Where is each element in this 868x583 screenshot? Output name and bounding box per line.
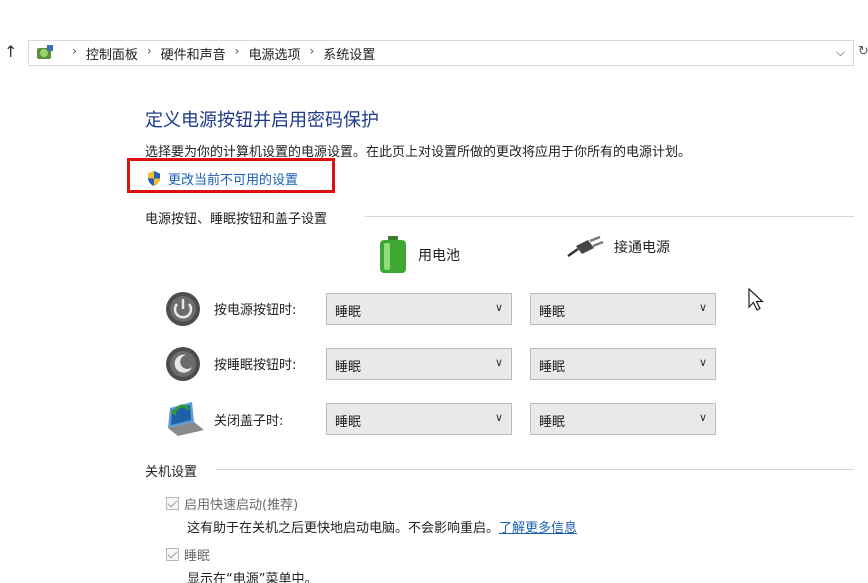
unlock-settings-link[interactable]: 更改当前不可用的设置 <box>146 169 298 188</box>
laptop-lid-icon <box>168 402 204 436</box>
fast-startup-desc-text: 这有助于在关机之后更快地启动电脑。不会影响重启。 <box>187 521 500 536</box>
chevron-down-icon: ∨ <box>494 356 503 369</box>
chevron-down-icon: ∨ <box>494 301 503 314</box>
select-value: 睡眠 <box>539 360 566 375</box>
select-value: 睡眠 <box>335 415 362 430</box>
mouse-cursor-icon <box>748 288 764 311</box>
page-title: 定义电源按钮并启用密码保护 <box>145 110 379 131</box>
column-header-plugged: 接通电源 <box>566 236 670 258</box>
chevron-down-icon: ∨ <box>698 301 707 314</box>
breadcrumb-separator: › <box>234 44 240 58</box>
battery-icon <box>380 236 406 273</box>
column-label-plugged: 接通电源 <box>614 240 670 256</box>
sleep-checkbox[interactable] <box>166 548 179 561</box>
fast-startup-option[interactable]: 启用快速启动(推荐) <box>166 494 298 513</box>
learn-more-link[interactable]: 了解更多信息 <box>499 521 577 536</box>
up-arrow-icon[interactable]: ↑ <box>4 42 17 61</box>
breadcrumb: › 控制面板 › 硬件和声音 › 电源选项 › 系统设置 <box>63 44 375 63</box>
breadcrumb-item-hardware-sound[interactable]: 硬件和声音 <box>161 44 226 63</box>
chevron-down-icon: ∨ <box>494 411 503 424</box>
sleep-description: 显示在“电源”菜单中。 <box>187 572 318 583</box>
sleep-button-battery-select[interactable]: 睡眠 ∨ <box>326 348 512 380</box>
power-button-label: 按电源按钮时: <box>214 303 297 318</box>
sleep-option[interactable]: 睡眠 <box>166 545 210 564</box>
section-heading-shutdown: 关机设置 <box>145 465 198 480</box>
breadcrumb-item-system-settings[interactable]: 系统设置 <box>323 44 375 63</box>
fast-startup-label: 启用快速启动(推荐) <box>184 498 299 513</box>
select-value: 睡眠 <box>539 305 566 320</box>
section-divider <box>365 216 854 217</box>
power-plug-icon <box>567 236 604 258</box>
select-value: 睡眠 <box>335 305 362 320</box>
chevron-down-icon: ∨ <box>698 356 707 369</box>
lid-close-label: 关闭盖子时: <box>214 414 284 429</box>
column-label-battery: 用电池 <box>418 248 460 264</box>
chevron-down-icon: ∨ <box>698 411 707 424</box>
sleep-button-icon <box>166 347 200 381</box>
fast-startup-checkbox[interactable] <box>166 497 179 510</box>
section-heading-buttons: 电源按钮、睡眠按钮和盖子设置 <box>145 212 328 227</box>
breadcrumb-item-control-panel[interactable]: 控制面板 <box>86 44 138 63</box>
breadcrumb-separator: › <box>72 44 77 58</box>
select-value: 睡眠 <box>539 415 566 430</box>
control-panel-icon <box>37 45 53 59</box>
lid-close-battery-select[interactable]: 睡眠 ∨ <box>326 403 512 435</box>
column-header-battery: 用电池 <box>378 236 460 274</box>
address-bar[interactable]: › 控制面板 › 硬件和声音 › 电源选项 › 系统设置 ⌵ <box>28 40 854 66</box>
sleep-label: 睡眠 <box>184 549 211 564</box>
unlock-settings-label[interactable]: 更改当前不可用的设置 <box>168 169 298 188</box>
sleep-button-plugged-select[interactable]: 睡眠 ∨ <box>530 348 716 380</box>
power-button-icon <box>166 292 200 326</box>
power-button-battery-select[interactable]: 睡眠 ∨ <box>326 293 512 325</box>
address-bar-row: ↑ › 控制面板 › 硬件和声音 › 电源选项 › 系统设置 ⌵ ↻ <box>0 38 868 68</box>
breadcrumb-separator: › <box>309 44 315 58</box>
breadcrumb-item-power-options[interactable]: 电源选项 <box>248 44 300 63</box>
section-divider <box>216 469 854 470</box>
chevron-down-icon[interactable]: ⌵ <box>836 45 845 60</box>
breadcrumb-separator: › <box>146 44 152 58</box>
fast-startup-description: 这有助于在关机之后更快地启动电脑。不会影响重启。了解更多信息 <box>187 517 577 536</box>
power-button-plugged-select[interactable]: 睡眠 ∨ <box>530 293 716 325</box>
sleep-button-label: 按睡眠按钮时: <box>214 358 297 373</box>
lid-close-plugged-select[interactable]: 睡眠 ∨ <box>530 403 716 435</box>
uac-shield-icon <box>148 171 160 186</box>
select-value: 睡眠 <box>335 360 362 375</box>
refresh-icon[interactable]: ↻ <box>858 44 868 59</box>
